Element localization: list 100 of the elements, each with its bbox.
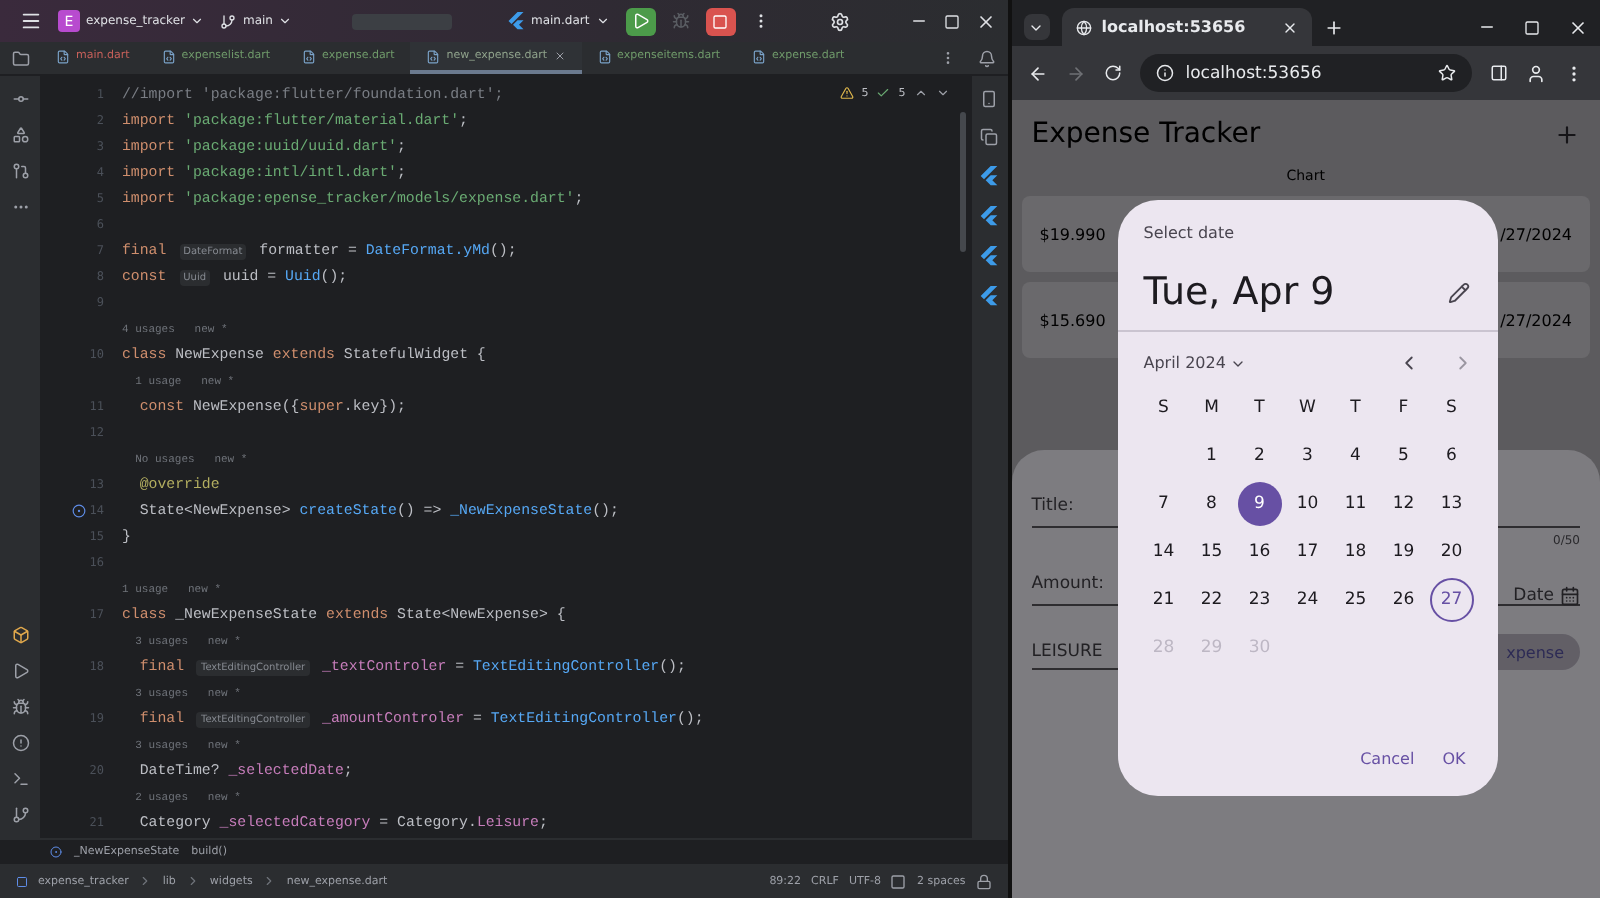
calendar-day[interactable]: 18	[1333, 530, 1378, 574]
calendar-day[interactable]: 14	[1141, 530, 1186, 574]
expense-amount: $19.990	[1039, 225, 1106, 243]
package-icon[interactable]	[11, 626, 29, 644]
profile-icon[interactable]	[1526, 63, 1546, 83]
problems-icon[interactable]	[11, 734, 29, 752]
calendar-day[interactable]: 10	[1285, 482, 1330, 526]
calendar-day[interactable]: 16	[1237, 530, 1282, 574]
calendar-day[interactable]: 15	[1189, 530, 1234, 574]
warning-icon[interactable]	[839, 86, 854, 100]
close-tab-icon[interactable]	[553, 50, 566, 62]
globe-icon	[1075, 19, 1092, 35]
chevron-icon	[262, 874, 277, 888]
calendar-day[interactable]: 13	[1429, 482, 1474, 526]
dialog-heading: Select date	[1141, 222, 1236, 242]
calendar-day[interactable]: 19	[1381, 530, 1426, 574]
calendar-day[interactable]: 26	[1381, 578, 1426, 622]
new-tab-icon[interactable]	[1323, 17, 1344, 37]
reload-icon[interactable]	[1103, 64, 1122, 82]
device-icon[interactable]	[980, 90, 999, 108]
weekday-label: S	[1444, 396, 1459, 422]
tab-search-button[interactable]	[1023, 14, 1050, 40]
structure-icon[interactable]	[11, 126, 29, 144]
module-icon	[16, 875, 28, 887]
weekday-label: S	[1156, 396, 1171, 422]
terminal-icon[interactable]	[11, 770, 29, 788]
file-icon	[426, 49, 441, 63]
dialog-action[interactable]: OK	[1438, 742, 1470, 776]
calendar-day[interactable]: 9	[1237, 482, 1282, 526]
stop-icon	[712, 13, 729, 29]
calendar-day[interactable]: 21	[1141, 578, 1186, 622]
calendar-day[interactable]: 24	[1285, 578, 1330, 622]
close-icon[interactable]	[1568, 17, 1588, 37]
flutter-icon[interactable]	[980, 206, 999, 226]
chevron-icon	[138, 874, 153, 888]
flutter-icon[interactable]	[980, 246, 999, 266]
expense-date: /27/2024	[1500, 225, 1572, 243]
lock-icon[interactable]	[975, 873, 992, 889]
expense-amount: $15.690	[1039, 311, 1106, 329]
address-bar[interactable]: localhost:53656	[1139, 54, 1472, 92]
calendar-day[interactable]: 1	[1189, 434, 1234, 478]
add-icon[interactable]	[1554, 121, 1580, 147]
info-icon[interactable]	[1155, 64, 1174, 82]
commit-icon[interactable]	[11, 90, 29, 108]
chevron-up-icon[interactable]	[913, 86, 928, 100]
maximize-icon[interactable]	[943, 13, 960, 29]
date-button[interactable]: Date	[1513, 586, 1580, 606]
chevron-down-icon[interactable]	[935, 86, 950, 100]
weekday-label: T	[1348, 396, 1363, 422]
play-icon	[631, 12, 650, 30]
browser-tab[interactable]: localhost:53656	[1061, 8, 1312, 46]
calendar-day[interactable]: 4	[1333, 434, 1378, 478]
branch-icon	[220, 13, 237, 29]
calendar-day[interactable]: 25	[1333, 578, 1378, 622]
run-button[interactable]	[625, 7, 656, 35]
calendar-day[interactable]: 5	[1381, 434, 1426, 478]
calendar-day[interactable]: 3	[1285, 434, 1330, 478]
weekday-label: W	[1297, 396, 1318, 422]
flutter-icon[interactable]	[980, 286, 999, 306]
maximize-icon[interactable]	[1524, 19, 1540, 35]
dialog-action[interactable]: Cancel	[1356, 742, 1419, 776]
menu-icon[interactable]	[20, 10, 42, 32]
calendar-day[interactable]: 12	[1381, 482, 1426, 526]
calendar-day[interactable]: 11	[1333, 482, 1378, 526]
notifications-icon[interactable]	[978, 49, 997, 67]
back-icon[interactable]	[1027, 63, 1048, 83]
calendar-day[interactable]: 8	[1189, 482, 1234, 526]
side-panel-icon[interactable]	[1490, 64, 1508, 82]
calendar-day[interactable]: 27	[1429, 578, 1474, 622]
calendar-day[interactable]: 6	[1429, 434, 1474, 478]
weekday-label: M	[1202, 396, 1221, 422]
settings-icon[interactable]	[829, 11, 850, 31]
folder-icon[interactable]	[11, 49, 29, 67]
override-marker-icon[interactable]	[71, 504, 86, 518]
run-icon[interactable]	[11, 662, 29, 680]
selected-date: Tue, Apr 9	[1143, 270, 1335, 314]
scrollbar[interactable]	[959, 112, 966, 252]
pull-request-icon[interactable]	[11, 162, 29, 180]
calendar-day[interactable]: 17	[1285, 530, 1330, 574]
expense-date: /27/2024	[1500, 311, 1572, 329]
file-icon	[161, 49, 176, 63]
stop-button[interactable]	[705, 7, 736, 35]
month-selector[interactable]: April 2024	[1143, 354, 1246, 372]
caret-icon	[278, 14, 293, 28]
check-icon[interactable]	[876, 86, 891, 100]
caret-icon	[190, 14, 205, 28]
calendar-day[interactable]: 2	[1237, 434, 1282, 478]
calendar-day[interactable]: 23	[1237, 578, 1282, 622]
calendar-day[interactable]: 7	[1141, 482, 1186, 526]
devices-icon[interactable]	[980, 128, 999, 146]
git-icon[interactable]	[11, 806, 29, 824]
debug-icon[interactable]	[11, 698, 29, 716]
edit-icon[interactable]	[1447, 281, 1470, 303]
forward-icon[interactable]	[1065, 63, 1086, 83]
editor-icon[interactable]	[890, 873, 907, 889]
close-icon[interactable]	[975, 11, 996, 31]
calendar-day[interactable]: 20	[1429, 530, 1474, 574]
star-icon[interactable]	[1438, 64, 1456, 82]
flutter-icon[interactable]	[980, 166, 999, 186]
calendar-day[interactable]: 22	[1189, 578, 1234, 622]
